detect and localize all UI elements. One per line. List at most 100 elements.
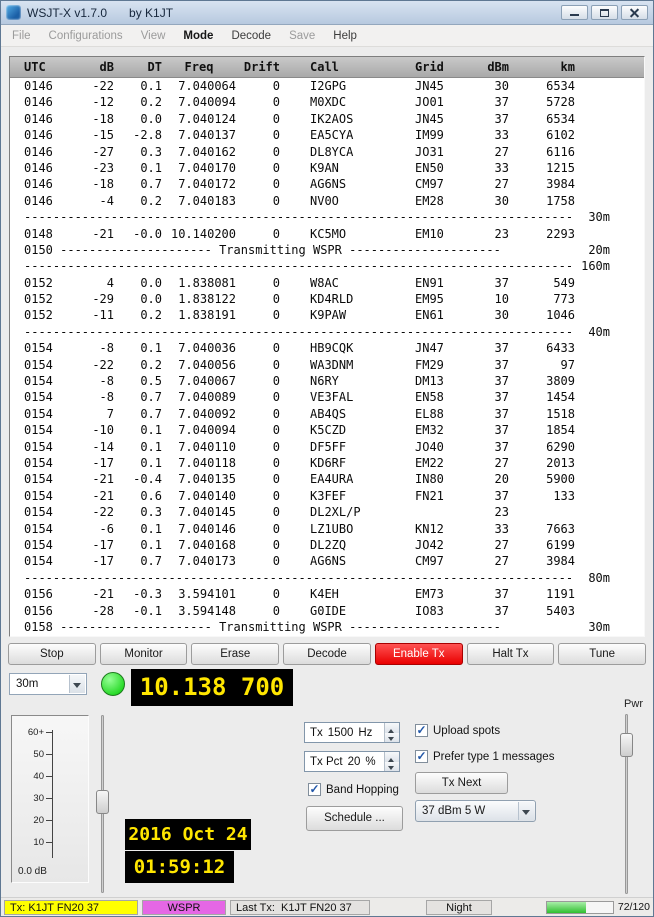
menu-decode[interactable]: Decode — [222, 27, 280, 45]
spin-down-icon[interactable] — [385, 762, 399, 772]
decode-row[interactable]: 0154-60.17.0401460LZ1UBOKN12337663 — [24, 521, 644, 537]
cell-call: I2GPG — [310, 78, 415, 94]
cell-band — [575, 553, 644, 569]
enable-tx-button[interactable]: Enable Tx — [375, 643, 463, 665]
maximize-button[interactable] — [591, 5, 618, 20]
decode-button[interactable]: Decode — [283, 643, 371, 665]
rx-gain-slider[interactable] — [95, 713, 111, 895]
decode-row[interactable]: 0146-15-2.87.0401370EA5CYAIM99336102 — [24, 127, 644, 143]
decode-row[interactable]: 015240.01.8380810W8ACEN9137549 — [24, 275, 644, 291]
cell-dbm: 27 — [479, 455, 509, 471]
cell-km: 549 — [509, 275, 575, 291]
schedule-button[interactable]: Schedule ... — [306, 806, 403, 831]
cell-dt: 0.3 — [114, 504, 162, 520]
tx-next-button[interactable]: Tx Next — [415, 772, 508, 794]
power-select-arrow-zone[interactable] — [518, 802, 534, 820]
menu-mode[interactable]: Mode — [174, 27, 222, 45]
menu-file[interactable]: File — [3, 27, 40, 45]
transmit-row[interactable]: 0150 --------------------- Transmitting … — [24, 242, 644, 258]
cell-km: 1191 — [509, 586, 575, 602]
decode-row[interactable]: 0154-21-0.47.0401350EA4URAIN80205900 — [24, 471, 644, 487]
cell-dt: 0.7 — [114, 406, 162, 422]
decode-row[interactable]: 0154-210.67.0401400K3FEFFN2137133 — [24, 488, 644, 504]
decode-row[interactable]: 0152-290.01.8381220KD4RLDEM9510773 — [24, 291, 644, 307]
tune-button[interactable]: Tune — [558, 643, 646, 665]
halt-tx-button[interactable]: Halt Tx — [467, 643, 555, 665]
cell-band — [575, 586, 644, 602]
tx-pct-spinner[interactable]: Tx Pct 20 % — [304, 751, 400, 772]
erase-button[interactable]: Erase — [191, 643, 279, 665]
stop-button[interactable]: Stop — [8, 643, 96, 665]
minimize-button[interactable] — [561, 5, 588, 20]
cell-grid: FN21 — [415, 488, 479, 504]
decode-row[interactable]: 0146-220.17.0400640I2GPGJN45306534 — [24, 78, 644, 94]
band-separator-row[interactable]: ----------------------------------------… — [24, 570, 644, 586]
decode-row[interactable]: 0154-220.37.0401450DL2XL/P23 — [24, 504, 644, 520]
cell-call: IK2AOS — [310, 111, 415, 127]
menu-view[interactable]: View — [132, 27, 175, 45]
band-label: 20m — [501, 242, 644, 258]
cell-drift: 0 — [236, 422, 280, 438]
cell-drift: 0 — [236, 389, 280, 405]
prefer-type1-checkbox[interactable]: ✓ Prefer type 1 messages — [415, 750, 554, 763]
decode-row[interactable]: 0154-80.57.0400670N6RYDM13373809 — [24, 373, 644, 389]
decode-row[interactable]: 0154-140.17.0401100DF5FFJO40376290 — [24, 439, 644, 455]
cell-dt: 0.1 — [114, 160, 162, 176]
cell-freq: 7.040170 — [162, 160, 236, 176]
col-header-call: Call — [310, 57, 415, 77]
decode-row[interactable]: 0154-170.17.0401180KD6RFEM22272013 — [24, 455, 644, 471]
band-hopping-checkbox[interactable]: ✓ Band Hopping — [308, 783, 399, 796]
spin-up-icon[interactable] — [385, 752, 399, 762]
decode-row[interactable]: 0146-40.27.0401830NV0OEM28301758 — [24, 193, 644, 209]
decode-row[interactable]: 0154-170.17.0401680DL2ZQJO42276199 — [24, 537, 644, 553]
power-select[interactable]: 37 dBm 5 W — [415, 800, 536, 822]
decode-row[interactable]: 0152-110.21.8381910K9PAWEN61301046 — [24, 307, 644, 323]
spin-down-icon[interactable] — [385, 733, 399, 743]
band-hopping-label: Band Hopping — [326, 784, 399, 796]
decode-row[interactable]: 0146-270.37.0401620DL8YCAJO31276116 — [24, 144, 644, 160]
transmit-row[interactable]: 0158 --------------------- Transmitting … — [24, 619, 644, 635]
decode-row[interactable]: 015470.77.0400920AB4QSEL88371518 — [24, 406, 644, 422]
decode-row[interactable]: 0154-170.77.0401730AG6NSCM97273984 — [24, 553, 644, 569]
band-separator-row[interactable]: ----------------------------------------… — [24, 324, 644, 340]
band-separator-row[interactable]: ----------------------------------------… — [24, 258, 644, 274]
decode-row[interactable]: 0154-80.17.0400360HB9CQKJN47376433 — [24, 340, 644, 356]
decode-row[interactable]: 0154-220.27.0400560WA3DNMFM293797 — [24, 357, 644, 373]
tx-freq-prefix: Tx — [310, 727, 323, 739]
tx-freq-spinner[interactable]: Tx 1500 Hz — [304, 722, 400, 743]
decode-row[interactable]: 0146-180.77.0401720AG6NSCM97273984 — [24, 176, 644, 192]
upload-spots-checkbox[interactable]: ✓ Upload spots — [415, 724, 500, 737]
menu-configurations[interactable]: Configurations — [40, 27, 132, 45]
cell-db: -17 — [64, 455, 114, 471]
cell-utc: 0146 — [24, 160, 64, 176]
decode-row[interactable]: 0156-28-0.13.5941480G0IDEIO83375403 — [24, 603, 644, 619]
band-select-arrow-zone[interactable] — [69, 675, 85, 693]
close-button[interactable] — [621, 5, 648, 20]
decode-row[interactable]: 0154-100.17.0400940K5CZDEM32371854 — [24, 422, 644, 438]
decode-table[interactable]: UTCdBDTFreqDriftCallGriddBmkm 0146-220.1… — [9, 56, 645, 637]
decode-row[interactable]: 0154-80.77.0400890VE3FALEN58371454 — [24, 389, 644, 405]
slider-handle[interactable] — [620, 733, 633, 757]
decode-row[interactable]: 0156-21-0.33.5941010K4EHEM73371191 — [24, 586, 644, 602]
spin-up-icon[interactable] — [385, 723, 399, 733]
pwr-slider[interactable] — [619, 712, 635, 896]
band-select[interactable]: 30m — [9, 673, 87, 695]
decode-rows: 0146-220.17.0400640I2GPGJN453065340146-1… — [10, 78, 644, 635]
cell-db: -8 — [64, 373, 114, 389]
slider-handle[interactable] — [96, 790, 109, 814]
monitor-button[interactable]: Monitor — [100, 643, 188, 665]
title-bar[interactable]: WSJT-X v1.7.0 by K1JT — [1, 1, 653, 25]
separator-dashes: ----------------------------------------… — [24, 258, 573, 274]
decode-row[interactable]: 0148-21-0.010.1402000KC5MOEM10232293 — [24, 226, 644, 242]
decode-row[interactable]: 0146-180.07.0401240IK2AOSJN45376534 — [24, 111, 644, 127]
cell-db: -22 — [64, 504, 114, 520]
meter-readout: 0.0 dB — [18, 866, 47, 877]
decode-row[interactable]: 0146-230.17.0401700K9ANEN50331215 — [24, 160, 644, 176]
band-separator-row[interactable]: ----------------------------------------… — [24, 209, 644, 225]
prefer-type1-label: Prefer type 1 messages — [433, 751, 554, 763]
decode-row[interactable]: 0146-120.27.0400940M0XDCJO01375728 — [24, 94, 644, 110]
menu-save[interactable]: Save — [280, 27, 324, 45]
menu-help[interactable]: Help — [324, 27, 366, 45]
cell-utc: 0154 — [24, 422, 64, 438]
cell-call: AG6NS — [310, 176, 415, 192]
